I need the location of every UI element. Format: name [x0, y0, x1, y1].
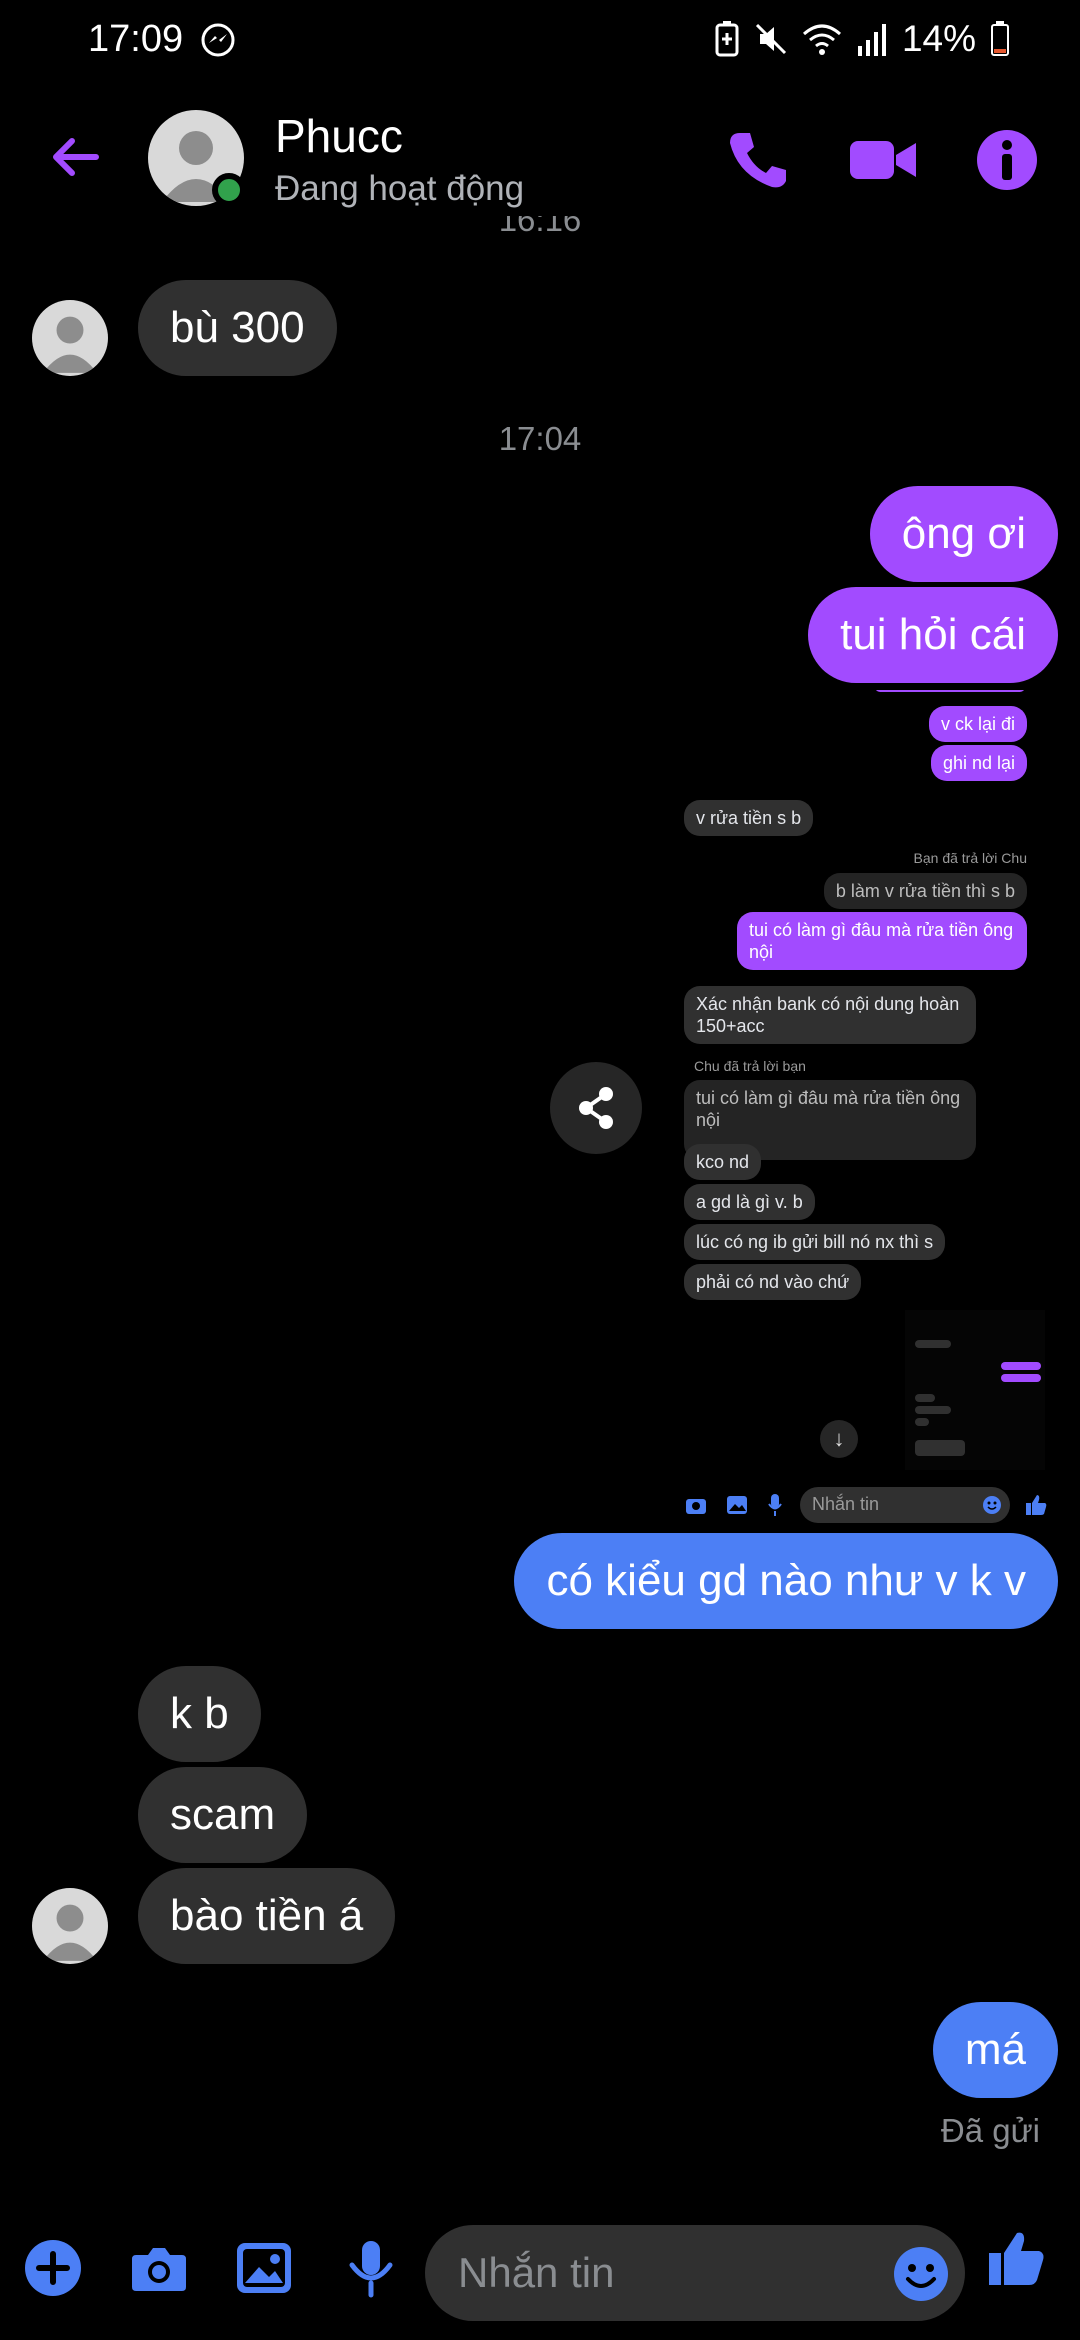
plus-icon[interactable]: [22, 2237, 84, 2299]
mini-text: nội: [749, 942, 774, 962]
mini-bubble: v rửa tiền s b: [684, 800, 814, 836]
battery-saver-icon: [715, 21, 739, 57]
sender-avatar: [32, 1888, 108, 1964]
info-icon[interactable]: [972, 125, 1042, 195]
mini-reply-note: Chu đã trả lời bạn: [694, 1058, 806, 1074]
mute-icon: [755, 23, 786, 55]
mini-bubble: kco nd: [684, 1144, 762, 1180]
chat-header: Phucc Đang hoạt động: [0, 95, 1080, 225]
signal-icon: [857, 24, 886, 56]
contact-name[interactable]: Phucc: [275, 109, 403, 163]
wifi-icon: [802, 24, 841, 55]
message-input-placeholder: Nhắn tin: [458, 2249, 615, 2296]
battery-icon: [991, 21, 1009, 56]
mini-text: tui có làm gì đâu mà rửa tiền ông: [749, 920, 1014, 940]
messenger-icon: [201, 23, 235, 57]
message-bubble-out[interactable]: tui hỏi cái: [808, 587, 1058, 683]
message-bubble-in[interactable]: k b: [138, 1666, 261, 1762]
share-button[interactable]: [550, 1062, 642, 1154]
mini-bubble-cut: [875, 690, 1025, 692]
nested-screenshot-thumbnail: [905, 1310, 1045, 1470]
mini-placeholder: Nhắn tin: [812, 1494, 880, 1514]
shared-screenshot-image[interactable]: v ck lại đi ghi nd lại v rửa tiền s b Bạ…: [680, 690, 1055, 1530]
mini-bubble: v ck lại đi: [928, 706, 1027, 742]
sender-avatar: [32, 300, 108, 376]
contact-status: Đang hoạt động: [275, 169, 525, 208]
microphone-icon[interactable]: [340, 2237, 402, 2299]
status-time: 17:09: [88, 18, 184, 60]
mini-text: Xác nhận bank có nội dung hoàn: [696, 994, 960, 1014]
thumbs-up-icon: [1026, 1495, 1047, 1515]
message-bubble-out[interactable]: ông ơi: [869, 486, 1058, 582]
default-avatar-icon: [43, 1904, 97, 1961]
mini-bubble: lúc có ng ib gửi bill nó nx thì s: [684, 1224, 946, 1260]
mini-bubble: ghi nd lại: [930, 745, 1027, 781]
mini-composer: Nhắn tin: [680, 1485, 1055, 1525]
message-bubble-in[interactable]: bào tiền á: [138, 1868, 396, 1964]
phone-call-icon[interactable]: [722, 125, 792, 195]
gallery-icon[interactable]: [233, 2237, 295, 2299]
message-composer: Nhắn tin: [0, 2225, 1080, 2340]
thumbs-up-icon[interactable]: [985, 2227, 1047, 2289]
status-right: 14%: [714, 18, 1010, 60]
default-avatar-icon: [43, 316, 97, 373]
mini-reply-note: Bạn đã trả lời Chu: [913, 850, 1027, 866]
status-bar: 17:09 14%: [0, 0, 1080, 82]
mini-bubble: tui có làm gì đâu mà rửa tiền ông nội: [737, 912, 1027, 970]
online-indicator: [212, 173, 246, 207]
message-bubble-in[interactable]: scam: [138, 1767, 308, 1863]
message-bubble-out[interactable]: má: [932, 2002, 1058, 2098]
video-call-icon[interactable]: [848, 125, 918, 195]
mini-text: tui có làm gì đâu mà rửa tiền ông: [696, 1088, 961, 1108]
timestamp: 17:04: [498, 420, 582, 457]
mini-bubble: Xác nhận bank có nội dung hoàn 150+acc: [684, 986, 976, 1044]
share-icon: [579, 1087, 613, 1129]
mini-text: nội: [696, 1110, 721, 1130]
message-bubble-out[interactable]: có kiểu gd nào như v k v: [514, 1533, 1058, 1629]
message-bubble-in[interactable]: bù 300: [138, 280, 337, 376]
scroll-down-icon: ↓: [820, 1420, 858, 1458]
mic-icon: [768, 1494, 782, 1516]
mini-bubble: a gd là gì v. b: [684, 1184, 815, 1220]
mini-text: 150+acc: [696, 1016, 765, 1036]
emoji-icon[interactable]: [890, 2243, 952, 2305]
battery-percent: 14%: [901, 18, 976, 59]
mini-bubble: phải có nd vào chứ: [684, 1264, 862, 1300]
emoji-icon: [983, 1496, 1001, 1514]
camera-icon[interactable]: [128, 2237, 190, 2299]
gallery-icon: [727, 1496, 747, 1514]
camera-icon: [686, 1499, 706, 1514]
timestamp-partial: 16:16: [498, 216, 582, 238]
back-arrow-icon[interactable]: [44, 125, 108, 189]
sent-status: Đã gửi: [940, 2112, 1040, 2149]
mini-bubble: b làm v rửa tiền thì s b: [823, 873, 1027, 909]
